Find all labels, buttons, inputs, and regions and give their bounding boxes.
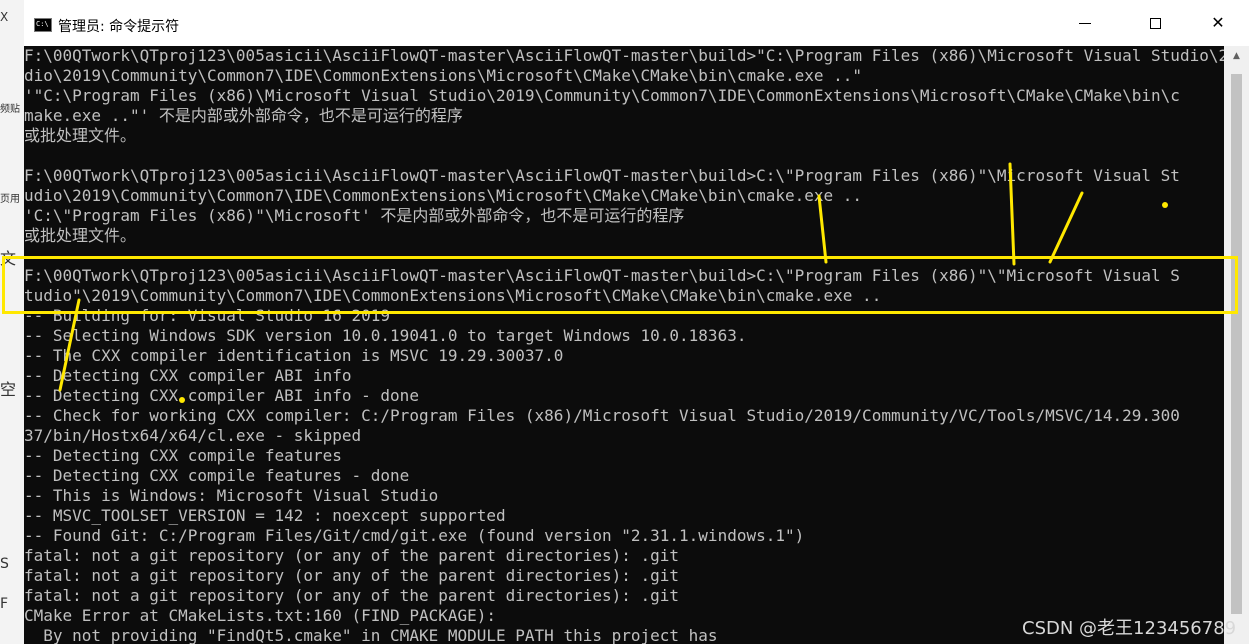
console-line: -- Selecting Windows SDK version 10.0.19… [24, 326, 747, 345]
annotation-highlight-box [2, 256, 1238, 314]
background-glyph: S [0, 556, 9, 572]
console-line: fatal: not a git repository (or any of t… [24, 586, 680, 605]
cmd-app-icon[interactable]: C:\ [34, 18, 52, 32]
title-bar[interactable]: C:\ 管理员: 命令提示符 ✕ [24, 0, 1249, 46]
window-title: 管理员: 命令提示符 [58, 19, 180, 35]
command-prompt-window: C:\ 管理员: 命令提示符 ✕ F:\00QTwork\QTproj123\0… [24, 0, 1249, 644]
background-glyph: 空 [0, 380, 17, 399]
background-glyph: 页用 [0, 194, 20, 205]
console-line: udio\2019\Community\Common7\IDE\CommonEx… [24, 186, 863, 205]
console-line: 或批处理文件。 [24, 126, 137, 145]
maximize-icon [1149, 18, 1161, 29]
close-button[interactable]: ✕ [1190, 0, 1246, 46]
console-line: 'C:\"Program Files (x86)"\Microsoft' 不是内… [24, 206, 685, 225]
console-line: fatal: not a git repository (or any of t… [24, 546, 680, 565]
console-line: -- Detecting CXX compile features - done [24, 466, 410, 485]
scroll-up-arrow-icon[interactable]: ▲ [1224, 46, 1249, 66]
console-line: -- Found Git: C:/Program Files/Git/cmd/g… [24, 526, 805, 545]
console-line: '"C:\Program Files (x86)\Microsoft Visua… [24, 86, 1180, 105]
background-app: X 频贴 页用 文 空 S F [0, 0, 25, 644]
console-line: fatal: not a git repository (or any of t… [24, 566, 680, 585]
console-line: -- Detecting CXX compiler ABI info - don… [24, 386, 419, 405]
close-icon: ✕ [1211, 13, 1225, 32]
minimize-button[interactable] [1057, 0, 1113, 46]
console-line: F:\00QTwork\QTproj123\005asicii\AsciiFlo… [24, 46, 1224, 65]
csdn-watermark: CSDN @老王123456789 [1022, 618, 1237, 639]
console-output[interactable]: F:\00QTwork\QTproj123\005asicii\AsciiFlo… [24, 46, 1224, 644]
console-line: 或批处理文件。 [24, 226, 137, 245]
background-glyph: 频贴 [0, 104, 20, 115]
console-line: -- MSVC_TOOLSET_VERSION = 142 : noexcept… [24, 506, 506, 525]
console-line: -- Detecting CXX compiler ABI info [24, 366, 352, 385]
console-line: -- The CXX compiler identification is MS… [24, 346, 564, 365]
minimize-icon [1079, 23, 1091, 24]
background-glyph: X [0, 10, 9, 24]
console-line: 37/bin/Hostx64/x64/cl.exe - skipped [24, 426, 362, 445]
console-line: -- Detecting CXX compile features [24, 446, 342, 465]
maximize-button[interactable] [1127, 0, 1183, 46]
console-line: F:\00QTwork\QTproj123\005asicii\AsciiFlo… [24, 166, 1180, 185]
scroll-thumb[interactable] [1231, 74, 1242, 614]
console-line: dio\2019\Community\Common7\IDE\CommonExt… [24, 66, 863, 85]
vertical-scrollbar[interactable]: ▲ [1224, 46, 1249, 644]
background-glyph: F [0, 596, 9, 612]
console-line: make.exe .."' 不是内部或外部命令，也不是可运行的程序 [24, 106, 463, 125]
console-line: -- Check for working CXX compiler: C:/Pr… [24, 406, 1180, 425]
console-line: -- This is Windows: Microsoft Visual Stu… [24, 486, 439, 505]
